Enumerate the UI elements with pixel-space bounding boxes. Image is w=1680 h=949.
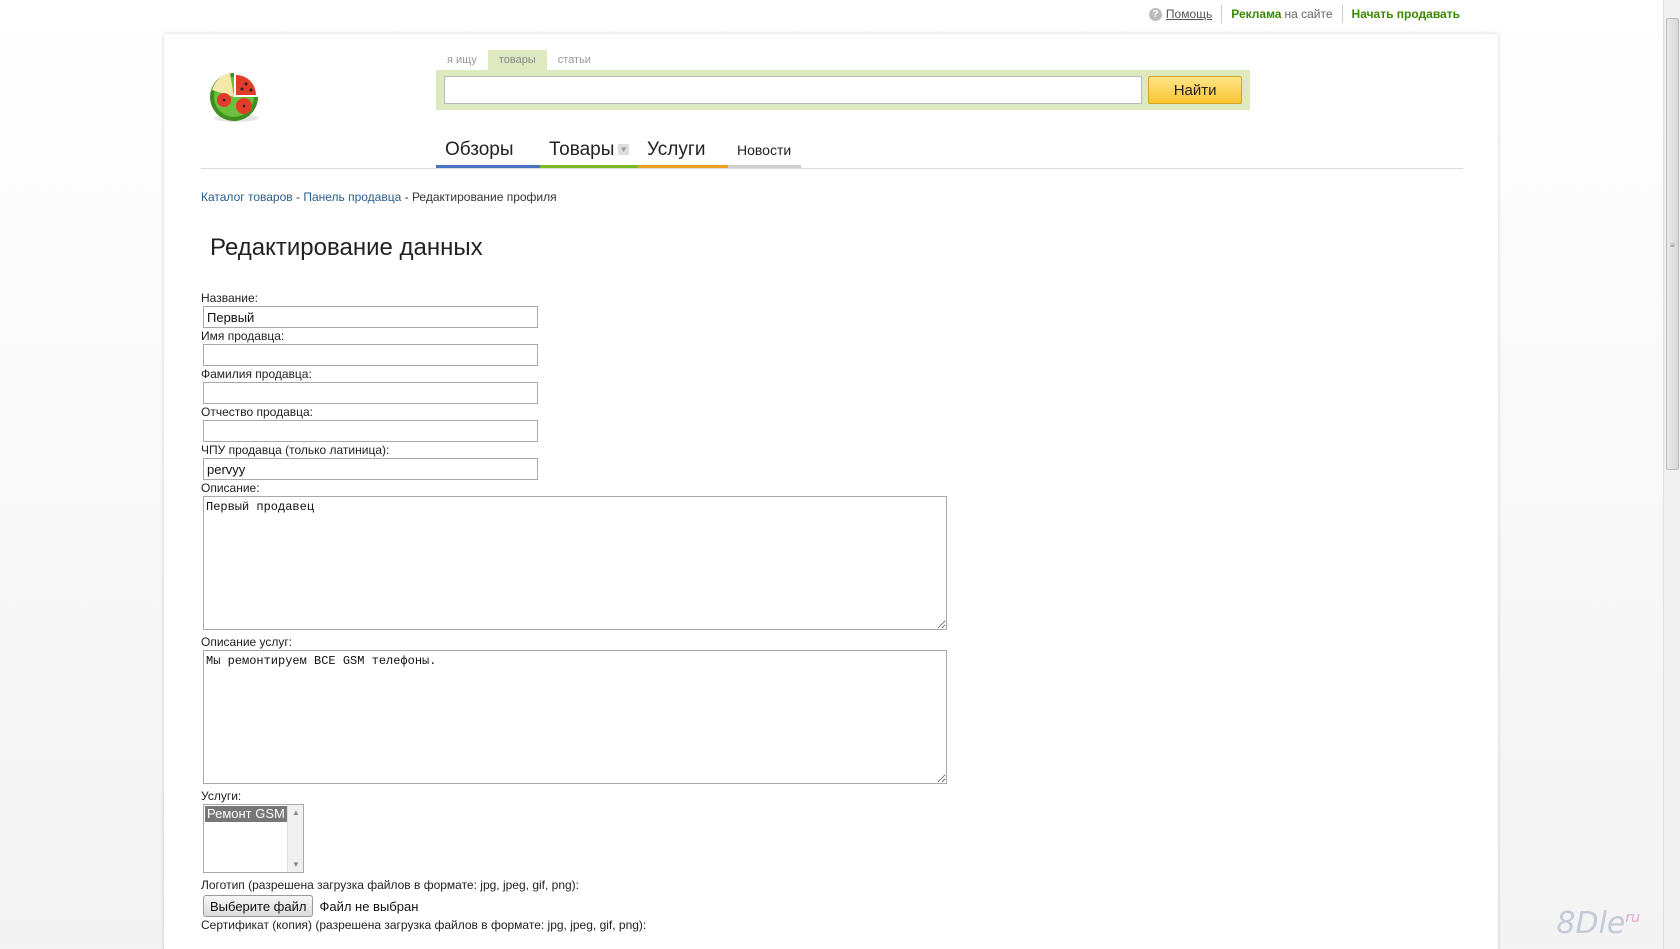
top-utility-bar: ? Помощь Реклама на сайте Начать продават… [1148, 4, 1460, 24]
scroll-up-icon[interactable]: ▲ [292, 808, 300, 817]
name-input[interactable] [203, 306, 538, 328]
ads-link-bold: Реклама [1231, 7, 1282, 21]
nav-divider [201, 168, 1463, 169]
watermark-main: 8Dle [1556, 906, 1626, 941]
breadcrumb: Каталог товаров - Панель продавца - Реда… [201, 190, 557, 204]
slug-input[interactable] [203, 458, 538, 480]
patronymic-label: Отчество продавца: [201, 405, 314, 419]
start-selling-link[interactable]: Начать продавать [1352, 7, 1460, 21]
main-card: я ищу товары статьи Найти Обзоры Товары … [164, 34, 1498, 949]
scroll-grip-icon: ≡ [1670, 241, 1675, 250]
main-nav: Обзоры Товары ▼ Услуги Новости [436, 134, 801, 168]
description-label: Описание: [201, 481, 260, 495]
services-description-textarea[interactable]: Мы ремонтируем ВСЕ GSM телефоны. [203, 650, 947, 784]
search-button[interactable]: Найти [1148, 76, 1242, 104]
breadcrumb-seller-panel[interactable]: Панель продавца [303, 190, 401, 204]
logo-file-row: Выберите файл Файл не выбран [203, 895, 947, 917]
logo-label: Логотип (разрешена загрузка файлов в фор… [201, 878, 580, 892]
listbox-scrollbar[interactable]: ▲ ▼ [287, 805, 303, 872]
search-tab-looking[interactable]: я ищу [436, 50, 488, 70]
certificate-label: Сертификат (копия) (разрешена загрузка ф… [201, 918, 647, 932]
help-icon: ? [1148, 7, 1162, 21]
nav-tab-goods-label: Товары [549, 138, 615, 160]
last-name-input[interactable] [203, 382, 538, 404]
chevron-down-icon[interactable]: ▼ [618, 144, 629, 155]
page-scrollbar[interactable]: ≡ [1663, 0, 1680, 949]
nav-tab-news[interactable]: Новости [728, 134, 801, 168]
search-box: Найти [436, 70, 1250, 110]
services-description-label: Описание услуг: [201, 635, 293, 649]
search-tab-goods[interactable]: товары [487, 50, 547, 70]
profile-form: Название: Имя продавца: Фамилия продавца… [201, 290, 947, 933]
breadcrumb-catalog[interactable]: Каталог товаров [201, 190, 293, 204]
search-tabs: я ищу товары статьи [436, 50, 602, 70]
description-textarea[interactable]: Первый продавец [203, 496, 947, 630]
first-name-input[interactable] [203, 344, 538, 366]
watermark-sup: ru [1625, 910, 1640, 926]
breadcrumb-separator: - [401, 190, 412, 204]
breadcrumb-separator: - [292, 190, 304, 204]
nav-tab-services[interactable]: Услуги [638, 134, 728, 168]
breadcrumb-current: Редактирование профиля [411, 190, 557, 204]
divider [1341, 5, 1343, 23]
watermelon-logo-icon[interactable] [208, 70, 264, 124]
last-name-label: Фамилия продавца: [201, 367, 312, 381]
scroll-down-icon[interactable]: ▼ [292, 860, 300, 869]
page-title: Редактирование данных [210, 234, 483, 261]
search-tab-articles[interactable]: статьи [547, 50, 602, 70]
ads-link-rest: на сайте [1284, 7, 1333, 21]
services-label: Услуги: [201, 789, 242, 803]
search-input[interactable] [444, 76, 1143, 104]
name-label: Название: [201, 291, 258, 305]
services-option[interactable]: Ремонт GSM [205, 806, 288, 822]
services-listbox[interactable]: Ремонт GSM ▲ ▼ [203, 804, 304, 873]
scroll-thumb[interactable]: ≡ [1666, 18, 1679, 470]
divider [1221, 5, 1223, 23]
slug-label: ЧПУ продавца (только латиница): [201, 443, 390, 457]
file-status: Файл не выбран [319, 898, 419, 914]
help-link[interactable]: Помощь [1166, 7, 1212, 21]
first-name-label: Имя продавца: [201, 329, 285, 343]
nav-tab-goods[interactable]: Товары ▼ [540, 134, 638, 168]
choose-file-button[interactable]: Выберите файл [203, 895, 314, 917]
ads-link[interactable]: Реклама на сайте [1231, 7, 1332, 21]
watermark-logo: 8Dleru [1556, 906, 1640, 941]
nav-tab-reviews[interactable]: Обзоры [436, 134, 540, 168]
patronymic-input[interactable] [203, 420, 538, 442]
